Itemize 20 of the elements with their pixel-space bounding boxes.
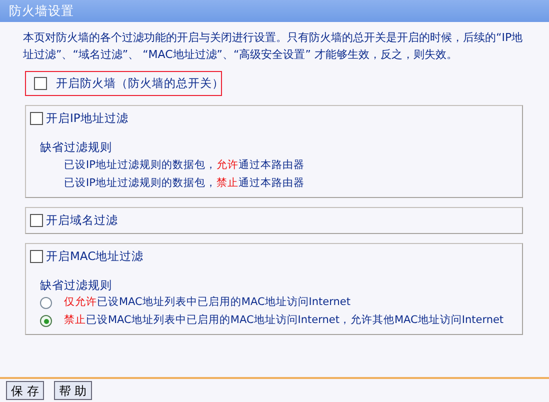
rule-text: 已设IP地址过滤规则的数据包，允许通过本路由器 bbox=[64, 158, 304, 173]
rule-text: 仅允许已设MAC地址列表中已启用的MAC地址访问Internet bbox=[64, 295, 350, 310]
radio-button[interactable] bbox=[40, 315, 52, 328]
checkbox-label: 开启MAC地址过滤 bbox=[46, 248, 144, 265]
form-button[interactable]: 帮 助 bbox=[54, 381, 92, 400]
checkbox[interactable] bbox=[30, 250, 43, 263]
radio-button[interactable] bbox=[40, 297, 52, 310]
rules-heading: 缺省过滤规则 bbox=[40, 139, 112, 156]
intro-text: 本页对防火墙的各个过滤功能的开启与关闭进行设置。只有防火墙的总开关是开启的时候，后续的“IP地址过滤”、“域名过滤”、 “MAC地址过滤”、“高级安全设置” 才能够生效，反之，则失效。 bbox=[23, 30, 524, 63]
checkbox[interactable] bbox=[30, 214, 43, 227]
checkbox-label: 开启IP地址过滤 bbox=[46, 110, 128, 127]
checkbox-label: 开启域名过滤 bbox=[46, 212, 118, 228]
title-bar: 防火墙设置 bbox=[0, 0, 549, 22]
rule-text: 禁止已设MAC地址列表中已启用的MAC地址访问Internet，允许其他MAC地址访问Internet bbox=[64, 313, 504, 328]
checkbox[interactable] bbox=[30, 112, 43, 126]
rule-text: 已设IP地址过滤规则的数据包，禁止通过本路由器 bbox=[64, 176, 304, 191]
checkbox-label: 开启防火墙（防火墙的总开关） bbox=[56, 74, 224, 92]
checkbox[interactable] bbox=[34, 77, 47, 90]
rules-heading: 缺省过滤规则 bbox=[40, 277, 112, 294]
form-button[interactable]: 保 存 bbox=[6, 381, 44, 400]
